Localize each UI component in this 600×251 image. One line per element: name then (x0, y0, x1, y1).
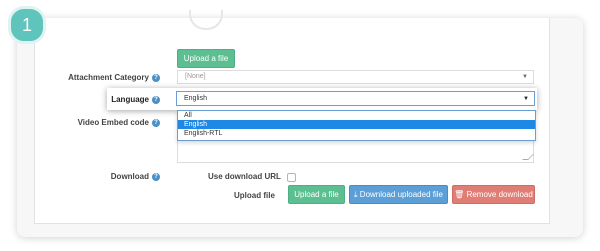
attachment-category-label-text: Attachment Category (68, 73, 149, 82)
upload-file-button[interactable]: Upload a file (288, 185, 345, 204)
language-value: English (184, 95, 207, 102)
download-label-text: Download (110, 172, 149, 181)
attachment-category-value: [None] (185, 73, 206, 80)
resize-handle-icon[interactable] (522, 154, 534, 160)
download-icon: ⤓ (354, 190, 358, 199)
video-embed-label: Video Embed code? (50, 118, 160, 127)
language-option-all[interactable]: All (178, 111, 535, 120)
attachment-category-label: Attachment Category? (50, 73, 160, 82)
download-uploaded-file-button[interactable]: ⤓ Download uploaded file (349, 185, 448, 204)
video-embed-label-text: Video Embed code (77, 118, 149, 127)
help-icon[interactable]: ? (152, 118, 160, 127)
upload-top-button[interactable]: Upload a file (177, 49, 235, 68)
step-badge: 1 (8, 6, 46, 44)
help-icon[interactable]: ? (152, 172, 160, 181)
language-label: Language? (107, 95, 160, 104)
upload-file-label: Upload file (234, 191, 275, 200)
screenshot-stage: 1 Upload a file Attachment Category? [No… (0, 0, 600, 251)
download-uploaded-file-label: Download uploaded file (359, 190, 443, 199)
trash-icon: 🗑 (454, 190, 465, 199)
remove-download-button[interactable]: 🗑 Remove download (452, 185, 535, 204)
language-label-text: Language (111, 95, 149, 104)
language-select[interactable]: English ▼ (176, 91, 535, 106)
remove-download-label: Remove download (466, 190, 533, 199)
language-option-english-rtl[interactable]: English-RTL (178, 129, 535, 138)
download-label: Download? (50, 172, 160, 181)
language-dropdown-list[interactable]: All English English-RTL (177, 110, 536, 141)
language-option-english[interactable]: English (178, 120, 535, 129)
use-download-url-checkbox[interactable] (287, 173, 296, 182)
use-download-url-label: Use download URL (208, 172, 281, 181)
attachment-category-select[interactable]: [None] ▼ (177, 70, 534, 84)
chevron-down-icon: ▼ (523, 96, 529, 102)
help-icon[interactable]: ? (152, 73, 160, 82)
chevron-down-icon: ▼ (522, 74, 528, 80)
help-icon[interactable]: ? (152, 95, 160, 104)
